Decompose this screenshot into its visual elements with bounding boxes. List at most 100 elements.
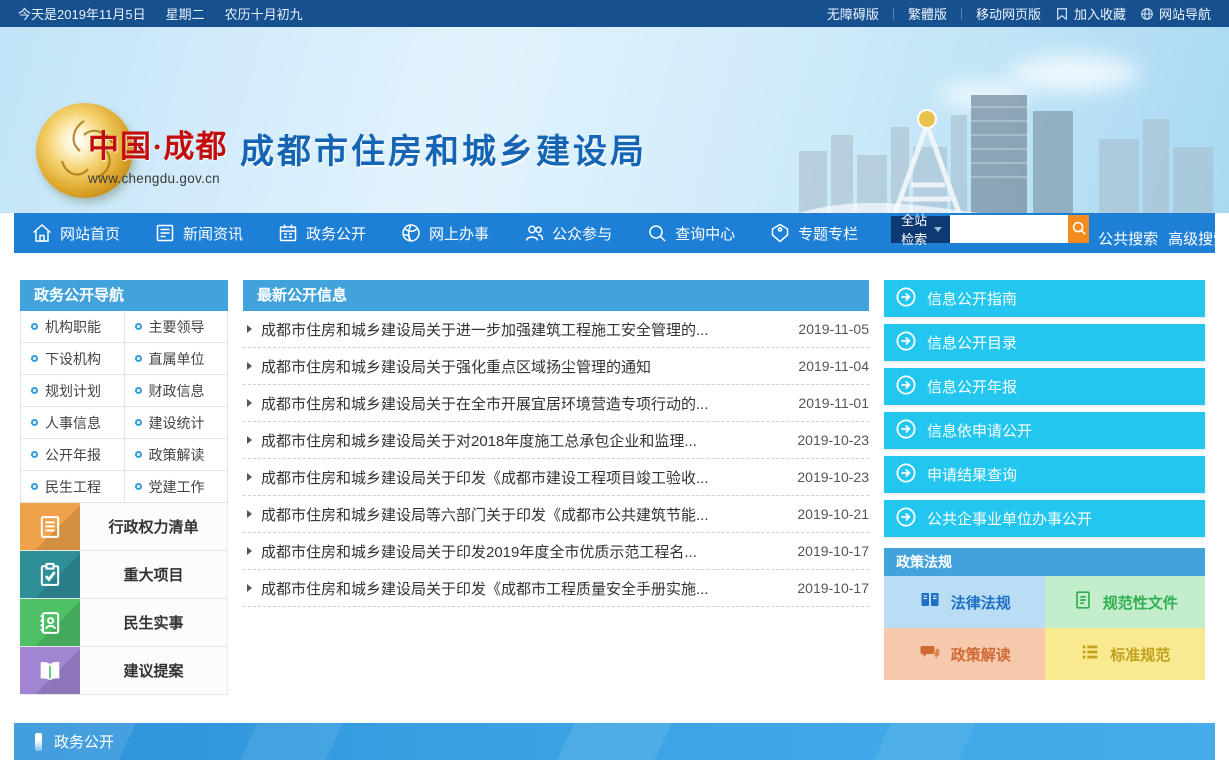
nav-item-public-participation[interactable]: 公众参与 <box>522 221 612 245</box>
file-icon <box>1072 589 1094 615</box>
circle-arrow-icon <box>895 462 917 488</box>
sidebar-item-caizhengxinxi[interactable]: 财政信息 <box>125 375 229 407</box>
accessible-version-link[interactable]: 无障碍版 <box>827 4 879 23</box>
nav-item-special-topics[interactable]: 专题专栏 <box>768 221 858 245</box>
bullet-icon <box>135 483 142 490</box>
search-button[interactable] <box>1068 215 1089 243</box>
section-marker-icon <box>35 733 42 751</box>
site-nav-link[interactable]: 网站导航 <box>1140 4 1211 23</box>
chat-icon <box>918 640 942 668</box>
feature-suggestions-proposals[interactable]: 建议提案 <box>20 647 228 695</box>
news-item[interactable]: 成都市住房和城乡建设局关于印发2019年度全市优质示范工程名... 2019-10… <box>243 533 869 570</box>
policy-standards-specs[interactable]: 标准规范 <box>1045 628 1206 680</box>
feature-admin-power-list[interactable]: 行政权力清单 <box>20 503 228 551</box>
contact-book-icon <box>20 599 80 646</box>
quicklink-info-catalog[interactable]: 信息公开目录 <box>884 324 1205 361</box>
circle-arrow-icon <box>895 330 917 356</box>
news-item[interactable]: 成都市住房和城乡建设局关于强化重点区域扬尘管理的通知 2019-11-04 <box>243 348 869 385</box>
news-title: 成都市住房和城乡建设局关于对2018年度施工总承包企业和监理... <box>261 430 785 451</box>
sidebar-item-renshixinxi[interactable]: 人事信息 <box>21 407 125 439</box>
nav-item-news[interactable]: 新闻资讯 <box>153 221 243 245</box>
advanced-search-link[interactable]: 高级搜索 <box>1168 228 1228 249</box>
feature-livelihood-matters[interactable]: 民生实事 <box>20 599 228 647</box>
public-search-link[interactable]: 公共搜索 <box>1098 228 1158 249</box>
bullet-icon <box>31 483 38 490</box>
nav-item-online-services[interactable]: 网上办事 <box>399 221 489 245</box>
mobile-version-link[interactable]: 移动网页版 <box>976 4 1041 23</box>
search-input[interactable] <box>950 215 1068 243</box>
news-item[interactable]: 成都市住房和城乡建设局关于对2018年度施工总承包企业和监理...2019-10… <box>243 422 869 459</box>
bullet-icon <box>135 419 142 426</box>
quicklink-request-result-query[interactable]: 申请结果查询 <box>884 456 1205 493</box>
tag-icon <box>768 221 792 245</box>
news-title: 成都市住房和城乡建设局关于强化重点区域扬尘管理的通知 <box>261 356 786 377</box>
sidebar-item-zhishudanwei[interactable]: 直属单位 <box>125 343 229 375</box>
divider <box>961 8 962 20</box>
policy-laws-regulations[interactable]: 法律法规 <box>884 576 1045 628</box>
nav-item-home[interactable]: 网站首页 <box>30 221 120 245</box>
arrow-bullet-icon <box>247 436 252 444</box>
news-date: 2019-11-01 <box>798 395 869 411</box>
sidebar-title: 政务公开导航 <box>20 280 228 311</box>
sidebar-item-xiashejigou[interactable]: 下设机构 <box>21 343 125 375</box>
sidebar-item-zhengcejiedu[interactable]: 政策解读 <box>125 439 229 471</box>
quicklink-public-enterprise-affairs[interactable]: 公共企事业单位办事公开 <box>884 500 1205 537</box>
logo-text-block: 中国·成都 www.chengdu.gov.cn <box>88 121 227 186</box>
header-banner: 中国·成都 www.chengdu.gov.cn 成都市住房和城乡建设局 <box>0 27 1229 213</box>
bullet-icon <box>31 323 38 330</box>
bullet-icon <box>31 387 38 394</box>
bullet-icon <box>135 451 142 458</box>
news-panel-title: 最新公开信息 <box>243 280 869 311</box>
news-item[interactable]: 成都市住房和城乡建设局关于印发《成都市建设工程项目竣工验收...2019-10-… <box>243 459 869 496</box>
news-item[interactable]: 成都市住房和城乡建设局关于印发《成都市工程质量安全手册实施...2019-10-… <box>243 570 869 607</box>
news-date: 2019-11-04 <box>798 358 869 374</box>
news-date: 2019-10-17 <box>797 580 869 596</box>
circle-arrow-icon <box>895 506 917 532</box>
quicklink-disclosure-by-request[interactable]: 信息依申请公开 <box>884 412 1205 449</box>
gov-disclosure-section-bar: 政务公开 <box>14 723 1215 760</box>
news-icon <box>153 221 177 245</box>
document-icon <box>20 503 80 550</box>
arrow-bullet-icon <box>247 510 252 518</box>
sidebar-item-guihuajihua[interactable]: 规划计划 <box>21 375 125 407</box>
bullet-icon <box>135 355 142 362</box>
news-date: 2019-11-05 <box>798 321 869 337</box>
bullet-icon <box>31 451 38 458</box>
sidebar-item-jianshetongji[interactable]: 建设统计 <box>125 407 229 439</box>
open-book-icon <box>20 647 80 694</box>
main-content: 政务公开导航 机构职能 主要领导 下设机构 直属单位 规划计划 财政信息 人事信… <box>20 280 1205 695</box>
sidebar-item-jigouzhineng[interactable]: 机构职能 <box>21 311 125 343</box>
sidebar-item-minshenggongcheng[interactable]: 民生工程 <box>21 471 125 503</box>
lunar-date: 农历十月初九 <box>225 4 303 23</box>
search-icon <box>645 221 669 245</box>
news-title: 成都市住房和城乡建设局关于在全市开展宜居环境营造专项行动的... <box>261 393 786 414</box>
arrow-bullet-icon <box>247 399 252 407</box>
sidebar-item-zhuyaolingdao[interactable]: 主要领导 <box>125 311 229 343</box>
news-list: 成都市住房和城乡建设局关于进一步加强建筑工程施工安全管理的...2019-11-… <box>243 311 869 607</box>
sidebar-item-gongkainianbao[interactable]: 公开年报 <box>21 439 125 471</box>
news-item[interactable]: 成都市住房和城乡建设局关于在全市开展宜居环境营造专项行动的... 2019-11-… <box>243 385 869 422</box>
feature-major-projects[interactable]: 重大项目 <box>20 551 228 599</box>
logo-url: www.chengdu.gov.cn <box>88 171 227 186</box>
news-date: 2019-10-17 <box>797 543 869 559</box>
nav-item-gov-info[interactable]: 政务公开 <box>276 221 366 245</box>
sidebar-item-dangjiangongzuo[interactable]: 党建工作 <box>125 471 229 503</box>
site-search: 全站检索 <box>891 215 1089 243</box>
globe-icon <box>399 221 423 245</box>
add-favorite-link[interactable]: 加入收藏 <box>1055 4 1126 23</box>
news-title: 成都市住房和城乡建设局关于印发2019年度全市优质示范工程名... <box>261 541 785 562</box>
policy-normative-documents[interactable]: 规范性文件 <box>1045 576 1206 628</box>
traditional-chinese-link[interactable]: 繁體版 <box>908 4 947 23</box>
quicklink-info-guide[interactable]: 信息公开指南 <box>884 280 1205 317</box>
site-title: 成都市住房和城乡建设局 <box>240 124 647 173</box>
policy-interpretation[interactable]: 政策解读 <box>884 628 1045 680</box>
news-item[interactable]: 成都市住房和城乡建设局关于进一步加强建筑工程施工安全管理的...2019-11-… <box>243 311 869 348</box>
arrow-bullet-icon <box>247 325 252 333</box>
circle-arrow-icon <box>895 374 917 400</box>
sidebar: 政务公开导航 机构职能 主要领导 下设机构 直属单位 规划计划 财政信息 人事信… <box>20 280 228 695</box>
news-item[interactable]: 成都市住房和城乡建设局等六部门关于印发《成都市公共建筑节能...2019-10-… <box>243 496 869 533</box>
nav-item-query-center[interactable]: 查询中心 <box>645 221 735 245</box>
quicklink-annual-report[interactable]: 信息公开年报 <box>884 368 1205 405</box>
city-skyline-image <box>799 55 1229 213</box>
search-scope-select[interactable]: 全站检索 <box>891 216 950 243</box>
